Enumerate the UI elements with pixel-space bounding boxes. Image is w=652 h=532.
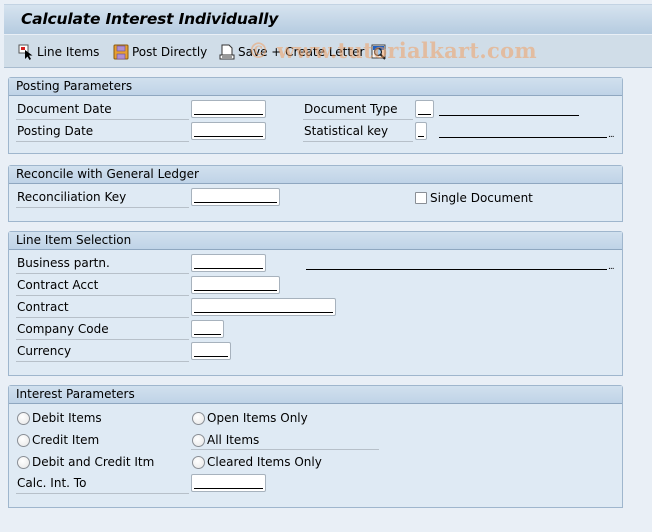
save-disk-icon: [113, 44, 129, 60]
credit-item-radio[interactable]: [17, 433, 30, 447]
business-partner-description: [306, 269, 607, 270]
calc-int-to-field[interactable]: [191, 474, 266, 492]
interest-parameters-header: Interest Parameters: [9, 386, 622, 404]
debit-items-label: Debit Items: [32, 411, 102, 425]
cleared-items-only-radio-row[interactable]: Cleared Items Only: [192, 453, 322, 471]
title-bar: Calculate Interest Individually: [4, 4, 652, 34]
document-type-field[interactable]: [415, 100, 434, 118]
display-log-icon: [371, 44, 387, 60]
posting-parameters-group: Posting Parameters Document Date Posting…: [8, 77, 623, 154]
posting-date-field[interactable]: [191, 122, 266, 140]
document-type-label: Document Type: [303, 100, 413, 120]
cleared-items-only-radio[interactable]: [192, 455, 205, 469]
single-document-label: Single Document: [430, 191, 533, 205]
calc-int-to-input[interactable]: [192, 475, 265, 491]
line-item-selection-header: Line Item Selection: [9, 232, 622, 250]
company-code-label: Company Code: [16, 320, 189, 340]
business-partner-input[interactable]: [192, 255, 265, 271]
line-items-label: Line Items: [37, 44, 100, 59]
business-partner-label: Business partn.: [16, 254, 189, 274]
more-indicator: ...: [608, 262, 615, 272]
line-items-icon: [18, 44, 34, 60]
business-partner-field[interactable]: [191, 254, 266, 272]
save-create-letter-button[interactable]: Save + Create Letter: [219, 43, 364, 60]
more-indicator: ...: [608, 130, 615, 140]
posting-date-label: Posting Date: [16, 122, 189, 142]
contract-account-label: Contract Acct: [16, 276, 189, 296]
statistical-key-field[interactable]: [415, 122, 427, 140]
debit-items-radio[interactable]: [17, 411, 30, 425]
all-items-radio[interactable]: [192, 433, 205, 447]
post-directly-button[interactable]: Post Directly: [113, 43, 207, 60]
all-items-label: All Items: [207, 433, 260, 447]
document-date-field[interactable]: [191, 100, 266, 118]
interest-parameters-group: Interest Parameters Debit Items Credit I…: [8, 385, 623, 508]
open-items-only-radio-row[interactable]: Open Items Only: [192, 409, 308, 427]
line-items-button[interactable]: Line Items: [18, 43, 99, 60]
open-items-only-radio[interactable]: [192, 411, 205, 425]
credit-item-label: Credit Item: [32, 433, 100, 447]
reconciliation-key-label: Reconciliation Key: [16, 188, 189, 208]
line-item-selection-group: Line Item Selection Business partn. ... …: [8, 231, 623, 376]
contract-field[interactable]: [191, 298, 336, 316]
statistical-key-input[interactable]: [416, 123, 426, 139]
currency-label: Currency: [16, 342, 189, 362]
statistical-key-description: [439, 137, 607, 138]
document-date-input[interactable]: [192, 101, 265, 117]
company-code-field[interactable]: [191, 320, 224, 338]
company-code-input[interactable]: [192, 321, 223, 337]
reconcile-group: Reconcile with General Ledger Reconcilia…: [8, 165, 623, 222]
debit-credit-item-radio[interactable]: [17, 455, 30, 469]
open-items-only-label: Open Items Only: [207, 411, 308, 425]
calc-int-to-label: Calc. Int. To: [16, 474, 189, 494]
contract-input[interactable]: [192, 299, 335, 315]
application-toolbar: Line Items Post Directly Save + Create L…: [4, 35, 652, 68]
debit-credit-item-radio-row[interactable]: Debit and Credit Itm: [17, 453, 154, 471]
debit-items-radio-row[interactable]: Debit Items: [17, 409, 102, 427]
statistical-key-label: Statistical key: [303, 122, 413, 142]
display-log-button[interactable]: [371, 43, 390, 60]
contract-account-input[interactable]: [192, 277, 279, 293]
page-title: Calculate Interest Individually: [21, 10, 279, 28]
contract-account-field[interactable]: [191, 276, 280, 294]
cleared-items-only-label: Cleared Items Only: [207, 455, 322, 469]
reconciliation-key-field[interactable]: [191, 188, 280, 206]
single-document-checkbox[interactable]: [415, 192, 427, 204]
debit-credit-item-label: Debit and Credit Itm: [32, 455, 155, 469]
save-create-letter-label: Save + Create Letter: [238, 44, 365, 59]
credit-item-radio-row[interactable]: Credit Item: [17, 431, 99, 449]
reconciliation-key-input[interactable]: [192, 189, 279, 205]
posting-date-input[interactable]: [192, 123, 265, 139]
document-type-description: [439, 115, 579, 116]
all-items-radio-row[interactable]: All Items: [192, 431, 259, 449]
separator-line: [191, 449, 379, 450]
reconcile-header: Reconcile with General Ledger: [9, 166, 622, 184]
print-document-icon: [219, 44, 235, 60]
currency-field[interactable]: [191, 342, 231, 360]
post-directly-label: Post Directly: [132, 44, 208, 59]
currency-input[interactable]: [192, 343, 230, 359]
single-document-checkbox-row[interactable]: Single Document: [415, 189, 533, 207]
posting-parameters-header: Posting Parameters: [9, 78, 622, 96]
document-type-input[interactable]: [416, 101, 433, 117]
contract-label: Contract: [16, 298, 189, 318]
document-date-label: Document Date: [16, 100, 189, 120]
